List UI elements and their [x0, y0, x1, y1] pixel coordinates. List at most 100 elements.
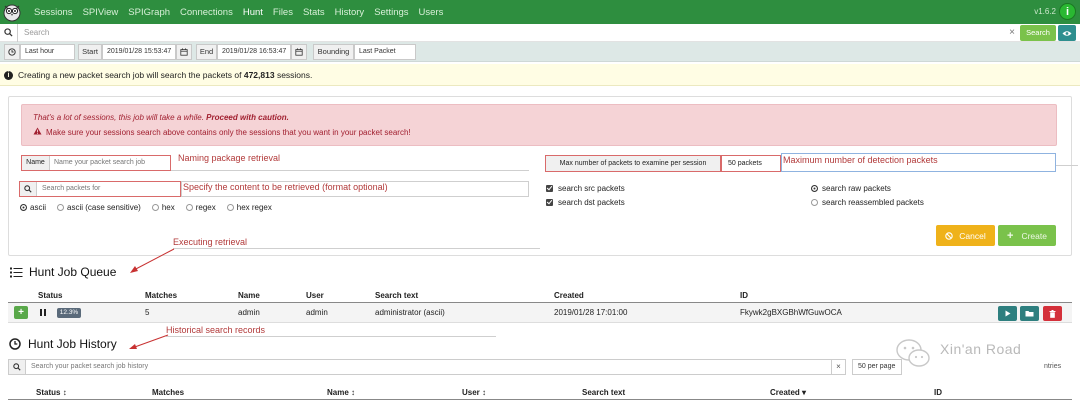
history-col-name[interactable]: Name ↕ — [327, 388, 355, 397]
nav-spiview[interactable]: SPIView — [83, 7, 119, 18]
end-time-input[interactable]: 2019/01/28 16:53:47 — [217, 44, 291, 60]
annotation-historical: Historical search records — [166, 325, 266, 335]
nav-hunt[interactable]: Hunt — [243, 7, 263, 18]
row-user: admin — [306, 308, 328, 317]
checkbox-src[interactable]: search src packets — [546, 182, 625, 194]
ban-icon — [945, 231, 954, 240]
annotation-arrow-icon — [130, 248, 175, 273]
radio-hex[interactable]: hex — [151, 203, 175, 212]
owl-logo-icon[interactable] — [0, 0, 24, 24]
create-label: Create — [1021, 230, 1047, 241]
nav-stats[interactable]: Stats — [303, 7, 325, 18]
delete-button[interactable] — [1043, 306, 1062, 321]
queue-col-matches[interactable]: Matches — [145, 291, 177, 300]
session-count: 472,813 — [243, 70, 275, 80]
annotation-maximum: Maximum number of detection packets — [783, 155, 938, 165]
history-clear-icon[interactable]: × — [831, 360, 845, 374]
history-col-status[interactable]: Status ↕ — [36, 388, 67, 397]
start-time-input[interactable]: 2019/01/28 15:53:47 — [102, 44, 176, 60]
history-header-divider — [8, 399, 1072, 400]
queue-col-search-text[interactable]: Search text — [375, 291, 418, 300]
nav-settings[interactable]: Settings — [374, 7, 408, 18]
annotation-specify: Specify the content to be retrieved (for… — [183, 182, 388, 192]
clear-search-icon[interactable]: × — [1004, 27, 1020, 38]
info-text-after: sessions. — [274, 70, 313, 80]
history-search-field: Search your packet search job history × — [8, 359, 846, 375]
search-button[interactable]: Search — [1020, 25, 1056, 41]
radio-raw[interactable]: search raw packets — [811, 182, 891, 194]
row-id: Fkywk2gBXGBhWfGuwOCA — [740, 308, 842, 317]
start-label: Start — [78, 44, 102, 60]
list-icon — [10, 267, 23, 277]
queue-col-status[interactable]: Status — [38, 291, 62, 300]
search-icon — [0, 23, 18, 42]
play-icon — [1005, 310, 1010, 317]
history-col-user[interactable]: User ↕ — [462, 388, 486, 397]
warning-triangle-icon — [33, 127, 42, 137]
clock-history-icon — [9, 338, 21, 350]
history-col-matches[interactable]: Matches — [152, 388, 184, 397]
info-icon[interactable]: i — [1059, 3, 1076, 20]
nav-sessions[interactable]: Sessions — [34, 7, 73, 18]
warning-emphasis: Proceed with caution. — [206, 113, 289, 122]
trash-icon — [1049, 309, 1056, 318]
play-button[interactable] — [998, 306, 1017, 321]
packet-search-field: Search packets for — [19, 181, 181, 197]
folder-icon — [1025, 311, 1034, 317]
history-col-id[interactable]: ID — [934, 388, 942, 397]
packet-search-input[interactable]: Search packets for — [37, 182, 180, 196]
annotation-naming: Naming package retrieval — [178, 153, 281, 163]
job-name-input[interactable]: Name your packet search job — [50, 156, 170, 170]
end-calendar-icon[interactable] — [291, 44, 307, 60]
row-search-text: administrator (ascii) — [375, 308, 445, 317]
queue-col-created[interactable]: Created — [554, 291, 584, 300]
queue-title: Hunt Job Queue — [29, 265, 117, 279]
nav-users[interactable]: Users — [419, 7, 444, 18]
top-navbar: Sessions SPIView SPIGraph Connections Hu… — [0, 0, 1080, 24]
nav-connections[interactable]: Connections — [180, 7, 233, 18]
row-name: admin — [238, 308, 260, 317]
row-matches: 5 — [145, 308, 150, 317]
history-col-search-text[interactable]: Search text — [582, 388, 625, 397]
create-button[interactable]: + Create — [998, 225, 1056, 246]
time-range-select[interactable]: Last hour — [20, 44, 75, 60]
entries-label: ntries — [1044, 363, 1062, 370]
eye-icon[interactable] — [1058, 25, 1076, 41]
pause-icon — [40, 309, 46, 316]
info-circle-icon: i — [4, 71, 13, 81]
radio-regex[interactable]: regex — [185, 203, 216, 212]
history-col-created[interactable]: Created ▾ — [770, 388, 806, 397]
radio-ascii-case[interactable]: ascii (case sensitive) — [57, 203, 141, 212]
table-row — [8, 303, 1072, 323]
queue-col-user[interactable]: User — [306, 291, 324, 300]
nav-history[interactable]: History — [335, 7, 365, 18]
checkbox-dst[interactable]: search dst packets — [546, 196, 625, 208]
session-search-input[interactable]: Search — [18, 25, 1004, 41]
radio-ascii[interactable]: ascii — [20, 203, 46, 212]
search-type-radios: ascii ascii (case sensitive) hex regex h… — [20, 201, 283, 213]
packet-search-icon — [20, 182, 37, 196]
version-label: v1.6.2 — [1034, 7, 1056, 16]
nav-files[interactable]: Files — [273, 7, 293, 18]
bounding-label: Bounding — [313, 44, 354, 60]
warning-line2: Make sure your sessions search above con… — [46, 128, 411, 137]
session-count-info: i Creating a new packet search job will s… — [0, 64, 1080, 86]
queue-col-id[interactable]: ID — [740, 291, 748, 300]
queue-col-name[interactable]: Name — [238, 291, 260, 300]
nav-spigraph[interactable]: SPIGraph — [128, 7, 170, 18]
hunt-job-queue-heading: Hunt Job Queue — [10, 265, 116, 279]
end-label: End — [196, 44, 217, 60]
hunt-job-history-heading: Hunt Job History — [9, 337, 117, 351]
max-packets-input[interactable]: 50 packets — [721, 155, 781, 172]
wechat-watermark-icon — [896, 339, 930, 367]
expand-row-icon[interactable]: + — [14, 306, 28, 319]
bounding-select[interactable]: Last Packet — [354, 44, 416, 60]
plus-icon: + — [1007, 229, 1014, 242]
radio-reassembled[interactable]: search reassembled packets — [811, 196, 924, 208]
radio-hex-regex[interactable]: hex regex — [226, 203, 272, 212]
open-sessions-button[interactable] — [1020, 306, 1039, 321]
start-calendar-icon[interactable] — [176, 44, 192, 60]
history-search-input[interactable]: Search your packet search job history — [26, 360, 831, 374]
cancel-button[interactable]: Cancel — [936, 225, 995, 246]
annotation-executing-line — [173, 248, 540, 249]
